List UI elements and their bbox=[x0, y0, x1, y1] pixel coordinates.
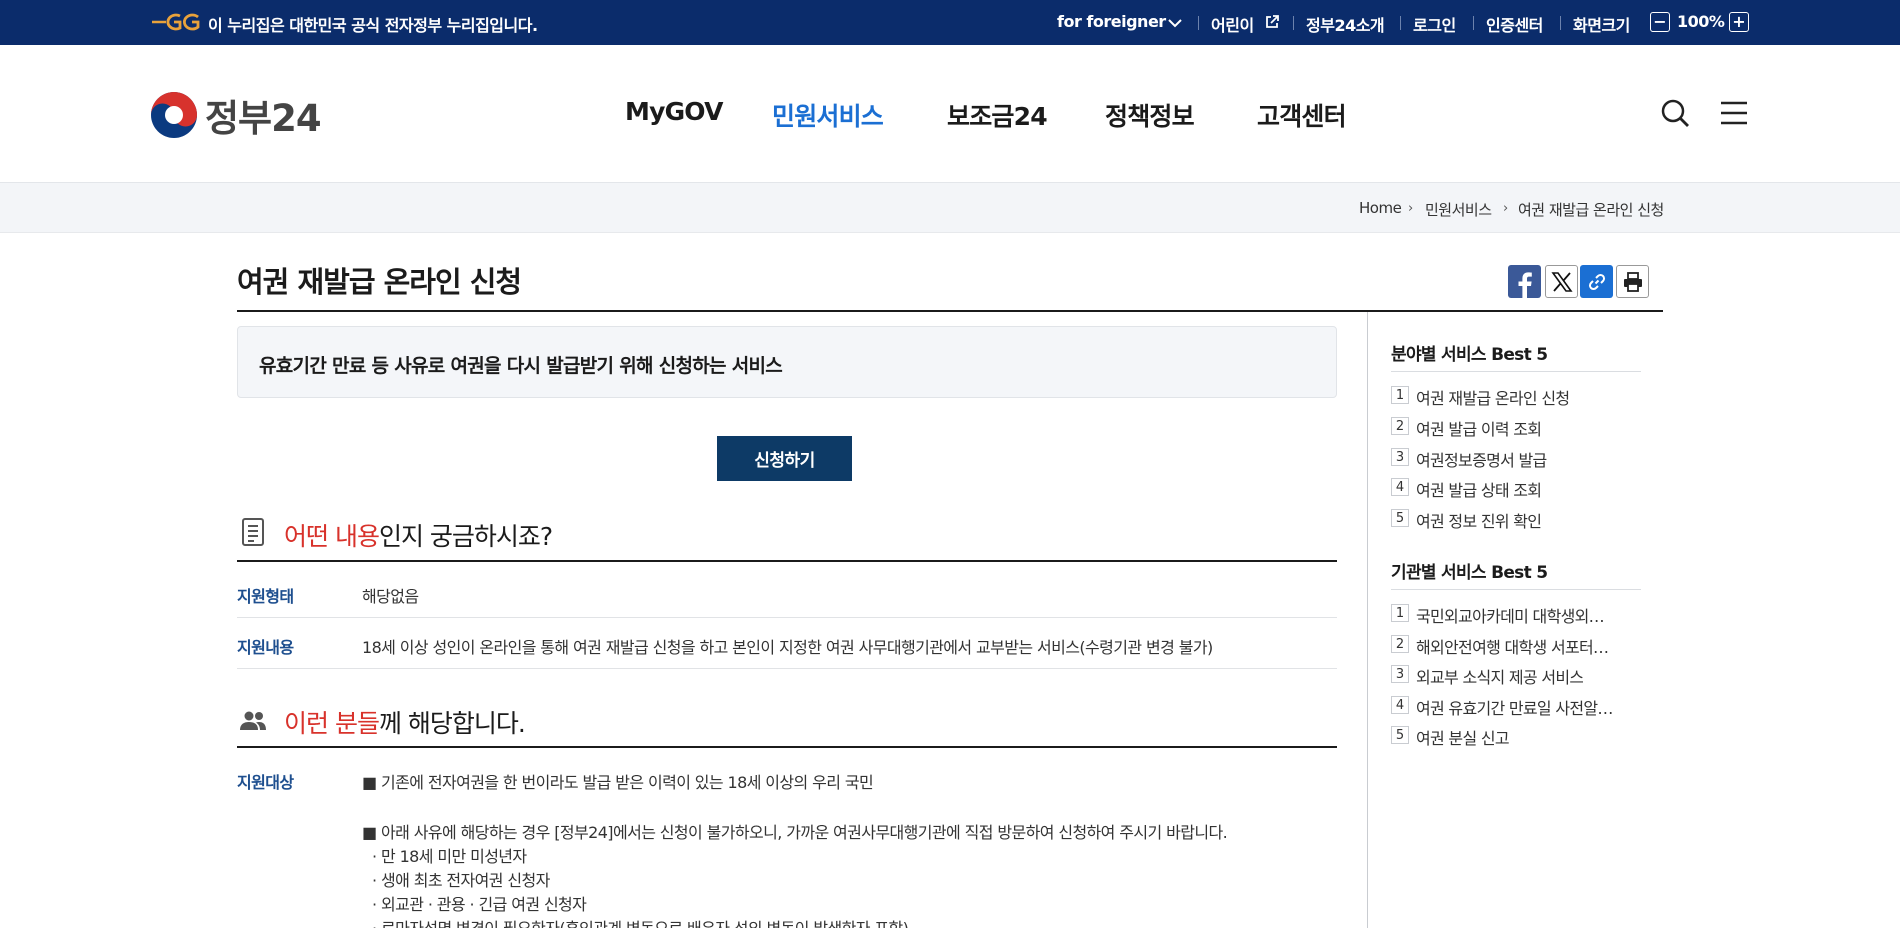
rank-badge: 1 bbox=[1391, 386, 1409, 404]
target-line: ■ 아래 사유에 해당하는 경우 [정부24]에서는 신청이 불가하오니, 가까… bbox=[362, 823, 1228, 842]
link-icon bbox=[1588, 273, 1605, 290]
people-icon bbox=[240, 711, 266, 730]
rank-badge: 5 bbox=[1391, 509, 1409, 527]
menu-icon[interactable] bbox=[1718, 97, 1750, 129]
best-field-item[interactable]: 여권 정보 진위 확인 bbox=[1416, 508, 1541, 532]
x-icon bbox=[1550, 271, 1573, 292]
login-link[interactable]: 로그인 bbox=[1413, 12, 1456, 36]
facebook-icon bbox=[1518, 272, 1532, 298]
gov-notice: 이 누리집은 대한민국 공식 전자정부 누리집입니다. bbox=[208, 16, 538, 35]
external-link-icon bbox=[1266, 15, 1279, 28]
best-agency-item[interactable]: 여권 유효기간 만료일 사전알… bbox=[1416, 695, 1613, 719]
target-line: · 로마자성명 변경이 필요한자(혼인관계 변동으로 배우자 성의 변동이 발생… bbox=[372, 915, 909, 928]
best-agency-item[interactable]: 국민외교아카데미 대학생외교… bbox=[1416, 603, 1616, 627]
row-divider bbox=[237, 668, 1337, 669]
print-icon bbox=[1623, 271, 1642, 292]
section-what-rest: 인지 궁금하시죠? bbox=[378, 522, 553, 551]
best-field-item[interactable]: 여권 발급 상태 조회 bbox=[1416, 477, 1541, 501]
kids-link[interactable]: 어린이 bbox=[1211, 12, 1254, 36]
taegeuk-logo-icon[interactable] bbox=[150, 91, 198, 139]
facebook-share-button[interactable] bbox=[1508, 265, 1541, 298]
support-type-value: 해당없음 bbox=[362, 587, 419, 606]
best-field-item[interactable]: 여권정보증명서 발급 bbox=[1416, 447, 1547, 471]
rank-badge: 4 bbox=[1391, 696, 1409, 714]
section-divider bbox=[237, 746, 1337, 748]
sidebar-divider bbox=[1367, 312, 1368, 928]
breadcrumb-current: 여권 재발급 온라인 신청 bbox=[1518, 201, 1664, 219]
service-summary: 유효기간 만료 등 사유로 여권을 다시 발급받기 위해 신청하는 서비스 bbox=[259, 355, 783, 377]
section-who-title: 이런 분들께 해당합니다. bbox=[284, 704, 526, 740]
section-who-rest: 께 해당합니다. bbox=[378, 709, 526, 738]
chevron-down-icon bbox=[1168, 19, 1182, 28]
target-line: · 만 18세 미만 미성년자 bbox=[372, 847, 527, 866]
nav-policy-info[interactable]: 정책정보 bbox=[1105, 97, 1195, 133]
rank-badge: 3 bbox=[1391, 665, 1409, 683]
nav-customer-center[interactable]: 고객센터 bbox=[1257, 97, 1347, 133]
support-type-label: 지원형태 bbox=[237, 587, 294, 606]
target-label: 지원대상 bbox=[237, 773, 294, 792]
site-header: 정부24 MyGOV 민원서비스 보조금24 정책정보 고객센터 bbox=[0, 45, 1900, 183]
eg-logo-icon bbox=[152, 13, 200, 31]
service-summary-box: 유효기간 만료 등 사유로 여권을 다시 발급받기 위해 신청하는 서비스 bbox=[237, 326, 1337, 398]
breadcrumb-home[interactable]: Home bbox=[1359, 199, 1402, 217]
for-foreigner-link[interactable]: for foreigner bbox=[1057, 12, 1166, 31]
section-who-highlight: 이런 분들 bbox=[284, 709, 380, 738]
x-share-button[interactable] bbox=[1545, 265, 1578, 298]
chevron-right-icon: › bbox=[1503, 201, 1509, 216]
target-line: · 생애 최초 전자여권 신청자 bbox=[372, 871, 550, 890]
target-line: · 외교관 · 관용 · 긴급 여권 신청자 bbox=[372, 895, 587, 914]
nav-subsidy24[interactable]: 보조금24 bbox=[947, 97, 1048, 133]
rank-badge: 3 bbox=[1391, 448, 1409, 466]
section-what-highlight: 어떤 내용 bbox=[284, 522, 380, 551]
zoom-out-button[interactable]: − bbox=[1650, 12, 1670, 32]
breadcrumb-civil-service[interactable]: 민원서비스 bbox=[1425, 199, 1492, 220]
best-by-agency-title: 기관별 서비스 Best 5 bbox=[1391, 563, 1548, 583]
gov-banner: 이 누리집은 대한민국 공식 전자정부 누리집입니다. for foreigne… bbox=[0, 0, 1900, 45]
section-what-title: 어떤 내용인지 궁금하시죠? bbox=[284, 517, 553, 553]
copy-link-button[interactable] bbox=[1580, 265, 1613, 298]
search-icon[interactable] bbox=[1659, 97, 1691, 129]
print-button[interactable] bbox=[1616, 265, 1649, 298]
document-icon bbox=[242, 518, 264, 546]
sidebar-line bbox=[1391, 371, 1641, 372]
breadcrumb: Home › 민원서비스 › 여권 재발급 온라인 신청 bbox=[0, 183, 1900, 233]
best-agency-item[interactable]: 여권 분실 신고 bbox=[1416, 725, 1509, 749]
zoom-label: 화면크기 bbox=[1573, 16, 1630, 35]
zoom-in-button[interactable]: + bbox=[1729, 12, 1749, 32]
support-content-value: 18세 이상 성인이 온라인을 통해 여권 재발급 신청을 하고 본인이 지정한… bbox=[362, 638, 1213, 657]
rank-badge: 2 bbox=[1391, 417, 1409, 435]
best-agency-item[interactable]: 해외안전여행 대학생 서포터스… bbox=[1416, 634, 1616, 658]
nav-mygov[interactable]: MyGOV bbox=[625, 97, 723, 126]
title-divider bbox=[237, 310, 1663, 312]
rank-badge: 5 bbox=[1391, 726, 1409, 744]
best-by-field-title: 분야별 서비스 Best 5 bbox=[1391, 345, 1548, 365]
row-divider bbox=[237, 617, 1337, 618]
rank-badge: 1 bbox=[1391, 604, 1409, 622]
best-field-item[interactable]: 여권 재발급 온라인 신청 bbox=[1416, 385, 1569, 409]
rank-badge: 2 bbox=[1391, 635, 1409, 653]
best-agency-item[interactable]: 외교부 소식지 제공 서비스 bbox=[1416, 664, 1583, 688]
cert-center-link[interactable]: 인증센터 bbox=[1486, 12, 1543, 36]
sidebar-line bbox=[1391, 589, 1641, 590]
best-field-item[interactable]: 여권 발급 이력 조회 bbox=[1416, 416, 1541, 440]
apply-button[interactable]: 신청하기 bbox=[717, 436, 852, 481]
zoom-value: 100% bbox=[1677, 12, 1725, 31]
chevron-right-icon: › bbox=[1408, 201, 1414, 216]
support-content-label: 지원내용 bbox=[237, 638, 294, 657]
page-title: 여권 재발급 온라인 신청 bbox=[237, 265, 522, 299]
nav-civil-service[interactable]: 민원서비스 bbox=[772, 97, 884, 133]
target-line: ■ 기존에 전자여권을 한 번이라도 발급 받은 이력이 있는 18세 이상의 … bbox=[362, 773, 874, 792]
rank-badge: 4 bbox=[1391, 478, 1409, 496]
about-link[interactable]: 정부24소개 bbox=[1306, 12, 1385, 36]
site-logo-text[interactable]: 정부24 bbox=[205, 88, 322, 142]
section-divider bbox=[237, 560, 1337, 562]
